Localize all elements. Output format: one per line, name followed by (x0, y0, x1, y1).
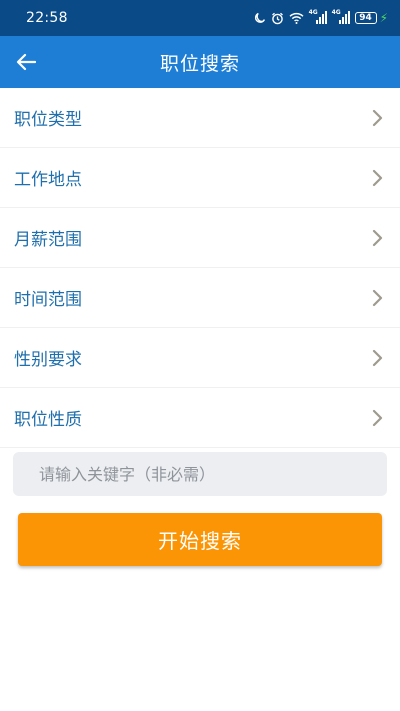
start-search-button[interactable]: 开始搜索 (18, 513, 382, 566)
alarm-icon (271, 12, 284, 25)
filter-row-job-type[interactable]: 职位类型 (0, 88, 400, 148)
chevron-right-icon (370, 168, 384, 188)
filter-label: 时间范围 (14, 290, 82, 310)
filter-label: 月薪范围 (14, 230, 82, 250)
filter-label: 职位性质 (14, 410, 82, 430)
filter-row-location[interactable]: 工作地点 (0, 148, 400, 208)
back-button[interactable] (14, 50, 38, 74)
page-title: 职位搜索 (159, 52, 240, 75)
chevron-right-icon (370, 288, 384, 308)
filter-label: 性别要求 (14, 350, 82, 370)
signal-icon: 4G (332, 9, 350, 25)
battery-icon: 94 (354, 12, 377, 24)
moon-icon (254, 12, 266, 24)
wifi-icon (289, 12, 304, 24)
status-bar: 22:58 4G 4G 94 ⚡ (0, 0, 400, 36)
chevron-right-icon (370, 348, 384, 368)
chevron-right-icon (370, 228, 384, 248)
status-time: 22:58 (26, 10, 68, 26)
battery-level: 94 (359, 13, 372, 23)
charging-icon: ⚡ (379, 11, 388, 25)
filter-row-job-nature[interactable]: 职位性质 (0, 388, 400, 448)
keyword-input-wrapper (13, 452, 387, 496)
signal-icon: 4G (309, 9, 327, 25)
chevron-right-icon (370, 408, 384, 428)
filter-list: 职位类型 工作地点 月薪范围 时间范围 性别要求 职位性质 (0, 88, 400, 448)
filter-row-gender[interactable]: 性别要求 (0, 328, 400, 388)
filter-label: 职位类型 (14, 110, 82, 130)
keyword-input[interactable] (13, 452, 387, 496)
filter-label: 工作地点 (14, 170, 82, 190)
arrow-left-icon (16, 53, 36, 71)
filter-row-time-range[interactable]: 时间范围 (0, 268, 400, 328)
app-bar: 职位搜索 (0, 36, 400, 88)
status-icons: 4G 4G 94 ⚡ (254, 9, 388, 25)
filter-row-salary[interactable]: 月薪范围 (0, 208, 400, 268)
chevron-right-icon (370, 108, 384, 128)
